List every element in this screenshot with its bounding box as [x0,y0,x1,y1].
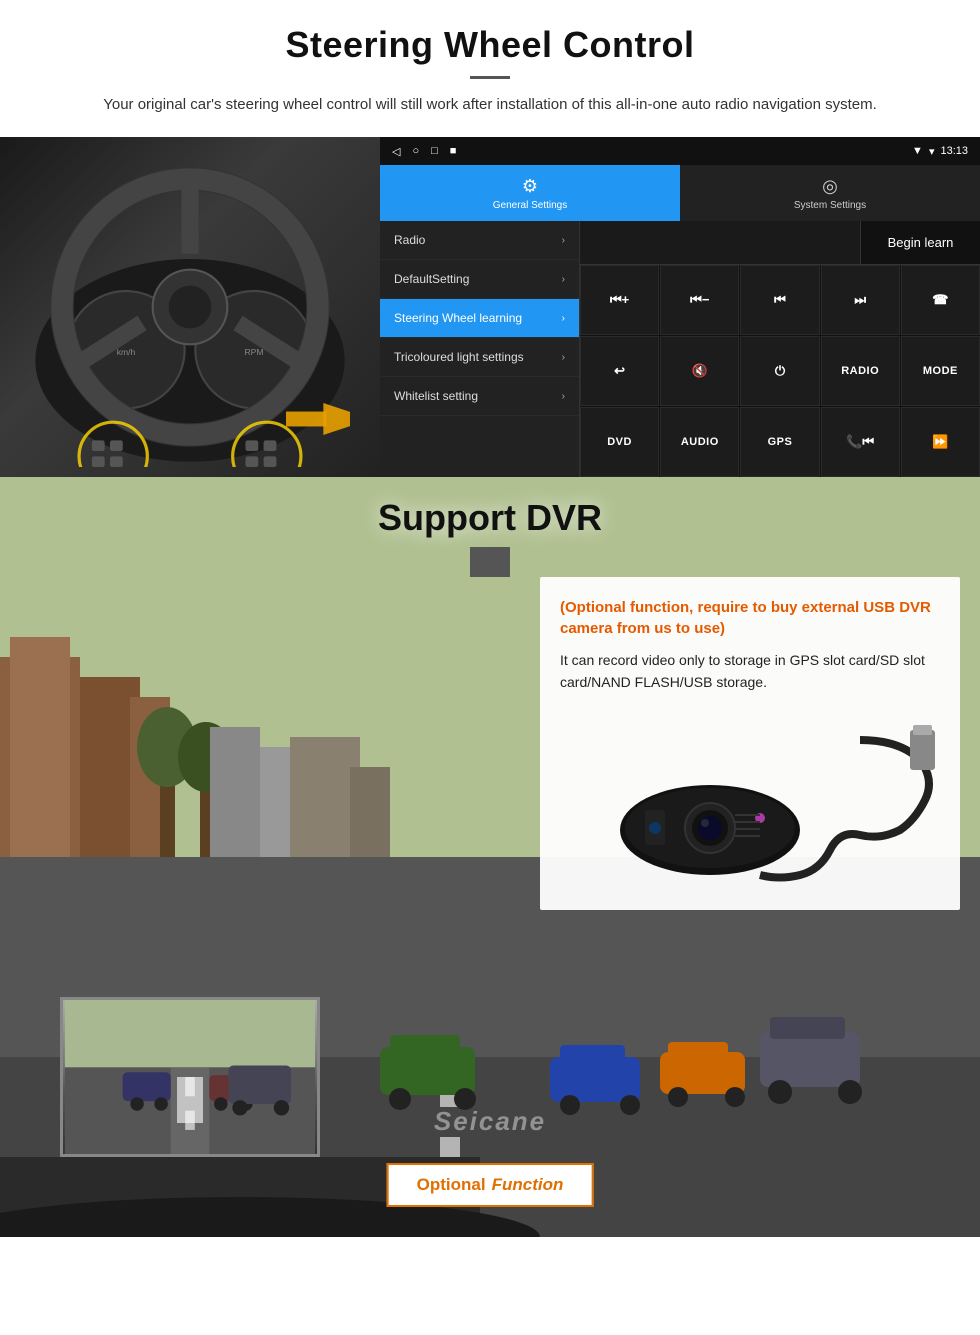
menu-item-radio[interactable]: Radio › [380,221,579,260]
gps-btn[interactable]: GPS [740,407,819,477]
skip-btn[interactable]: ⏩ [901,407,980,477]
dvr-section: Support DVR (Optional function, require … [0,477,980,1237]
preview-road-svg [63,1000,317,1154]
function-label: Function [492,1175,564,1195]
seicane-watermark: Seicane [434,1106,546,1137]
menu-item-tricoloured[interactable]: Tricoloured light settings › [380,338,579,377]
dvr-description: It can record video only to storage in G… [560,649,940,694]
hangup-btn[interactable]: ↩ [580,336,659,406]
optional-function-button[interactable]: Optional Function [387,1163,594,1207]
default-setting-label: DefaultSetting [394,272,469,286]
menu-item-steering-wheel[interactable]: Steering Wheel learning › [380,299,579,338]
tab-system-settings[interactable]: ◎ System Settings [680,165,980,221]
tricoloured-label: Tricoloured light settings [394,350,524,364]
time-display: 13:13 [940,145,968,157]
radio-arrow-icon: › [562,235,565,246]
recents-icon: □ [431,145,438,157]
dvr-optional-title: (Optional function, require to buy exter… [560,597,940,639]
steering-wheel-label: Steering Wheel learning [394,311,522,325]
tab-general-label: General Settings [493,200,568,211]
tab-general-settings[interactable]: ⚙ General Settings [380,165,680,221]
right-controls: Begin learn ⏮+ ⏮− ⏮ ⏭ ☎ ↩ 🔇 ⏻ RA [580,221,980,477]
prev-btn[interactable]: ⏮ [740,265,819,335]
menu-item-default-setting[interactable]: DefaultSetting › [380,260,579,299]
svg-text:km/h: km/h [117,347,136,357]
menu-icon: ■ [450,145,457,157]
svg-text:RPM: RPM [245,347,264,357]
audio-btn[interactable]: AUDIO [660,407,739,477]
whitelist-label: Whitelist setting [394,389,478,403]
steering-wheel-panel: km/h RPM [0,137,380,477]
next-btn[interactable]: ⏭ [821,265,900,335]
menu-item-whitelist[interactable]: Whitelist setting › [380,377,579,416]
settings-gear-icon: ⚙ [522,176,538,197]
dvr-camera-svg [560,710,940,890]
steering-header: Steering Wheel Control Your original car… [0,0,980,125]
whitelist-arrow-icon: › [562,391,565,402]
status-bar-right: ▼ ▾ 13:13 [912,145,968,158]
vol-up-btn[interactable]: ⏮+ [580,265,659,335]
android-ui: ◁ ○ □ ■ ▼ ▾ 13:13 ⚙ General Settings [380,137,980,477]
dvd-btn[interactable]: DVD [580,407,659,477]
mute-btn[interactable]: 🔇 [660,336,739,406]
left-menu: Radio › DefaultSetting › Steering Wheel … [380,221,580,477]
tricoloured-arrow-icon: › [562,352,565,363]
status-bar-left: ◁ ○ □ ■ [392,145,456,158]
tab-system-label: System Settings [794,200,866,211]
home-icon: ○ [412,145,419,157]
mode-btn[interactable]: MODE [901,336,980,406]
nav-tabs: ⚙ General Settings ◎ System Settings [380,165,980,221]
dvr-title: Support DVR [0,497,980,539]
preview-screen [60,997,320,1157]
steering-section: Steering Wheel Control Your original car… [0,0,980,477]
status-bar: ◁ ○ □ ■ ▼ ▾ 13:13 [380,137,980,165]
power-btn[interactable]: ⏻ [740,336,819,406]
call-btn[interactable]: ☎ [901,265,980,335]
menu-controls-area: Radio › DefaultSetting › Steering Wheel … [380,221,980,477]
optional-label: Optional [417,1175,486,1195]
screenshot-area: km/h RPM [0,137,980,477]
steering-subtitle: Your original car's steering wheel contr… [40,93,940,117]
system-icon: ◎ [822,176,838,197]
dvr-camera-illustration [560,710,940,890]
dvr-divider [470,547,510,577]
back-icon: ◁ [392,145,400,158]
signal-icon: ▼ [912,145,923,157]
radio-label: Radio [394,233,425,247]
controls-grid: ⏮+ ⏮− ⏮ ⏭ ☎ ↩ 🔇 ⏻ RADIO MODE DVD AUDIO [580,265,980,477]
steering-wheel-svg: km/h RPM [30,147,350,467]
vol-down-btn[interactable]: ⏮− [660,265,739,335]
radio-btn[interactable]: RADIO [821,336,900,406]
default-arrow-icon: › [562,274,565,285]
title-divider [470,76,510,79]
wifi-icon: ▾ [929,145,935,158]
steering-arrow-icon: › [562,313,565,324]
preview-road [63,1000,317,1154]
begin-learn-row: Begin learn [580,221,980,265]
begin-learn-button[interactable]: Begin learn [860,221,980,264]
call-prev-btn[interactable]: 📞⏮ [821,407,900,477]
steering-title: Steering Wheel Control [40,24,940,66]
dvr-info-card: (Optional function, require to buy exter… [540,577,960,910]
